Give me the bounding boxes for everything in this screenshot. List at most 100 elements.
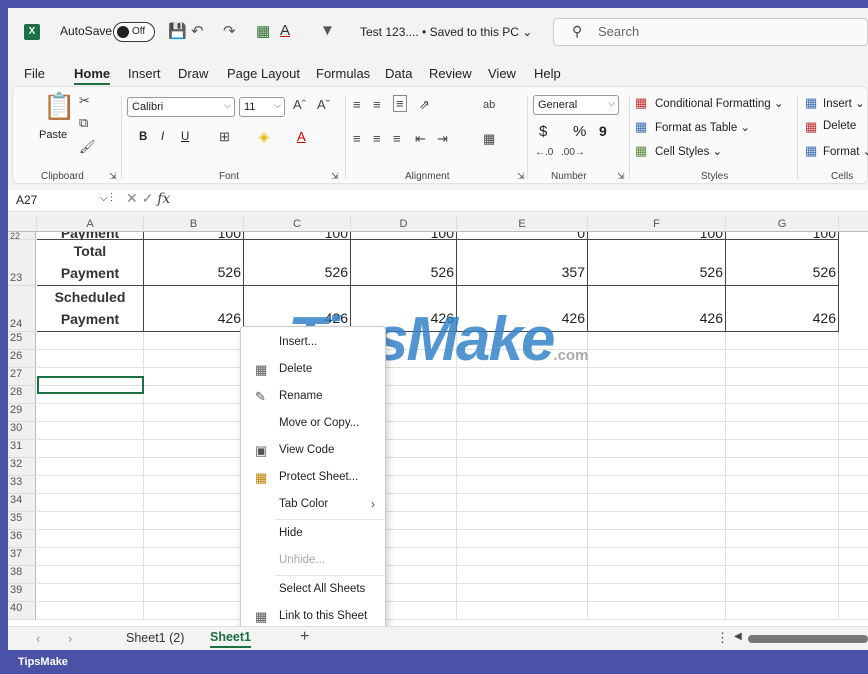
empty-cell[interactable] xyxy=(839,584,868,602)
add-sheet-button[interactable]: + xyxy=(300,628,309,646)
row22-g[interactable]: 100 xyxy=(726,232,839,240)
empty-cell[interactable] xyxy=(726,332,839,350)
decrease-indent-icon[interactable]: ⇤ xyxy=(415,131,426,147)
number-launcher-icon[interactable]: ⇲ xyxy=(617,171,625,182)
tab-page-layout[interactable]: Page Layout xyxy=(227,66,300,81)
row23-g[interactable]: 526 xyxy=(726,240,839,286)
empty-cell[interactable] xyxy=(726,404,839,422)
empty-cell[interactable] xyxy=(588,476,726,494)
name-box[interactable]: A27 xyxy=(16,193,37,207)
empty-cell[interactable] xyxy=(588,368,726,386)
column-header-a[interactable]: A xyxy=(37,216,144,232)
format-cells-button[interactable]: Format ⌄ xyxy=(823,144,868,158)
alignment-launcher-icon[interactable]: ⇲ xyxy=(517,171,525,182)
customize-qat-icon[interactable]: ▼ xyxy=(320,22,335,39)
format-cells-icon[interactable]: ▦ xyxy=(256,22,270,40)
empty-cell[interactable] xyxy=(144,458,244,476)
empty-cell[interactable] xyxy=(457,386,588,404)
shrink-font-icon[interactable]: Aˇ xyxy=(317,97,330,112)
align-top-icon[interactable]: ≡ xyxy=(353,97,361,112)
tab-review[interactable]: Review xyxy=(429,66,472,81)
column-header-g[interactable]: G xyxy=(726,216,839,232)
orientation-icon[interactable]: ⇗ xyxy=(419,97,430,113)
conditional-formatting-button[interactable]: Conditional Formatting ⌄ xyxy=(655,96,784,110)
tab-help[interactable]: Help xyxy=(534,66,561,81)
column-header-f[interactable]: F xyxy=(588,216,726,232)
row23-e[interactable]: 357 xyxy=(457,240,588,286)
empty-cell[interactable] xyxy=(144,476,244,494)
cell-styles-button[interactable]: Cell Styles ⌄ xyxy=(655,144,722,158)
empty-cell[interactable] xyxy=(588,530,726,548)
row23-f[interactable]: 526 xyxy=(588,240,726,286)
row24-b[interactable]: 426 xyxy=(144,286,244,332)
autosave-toggle[interactable]: Off xyxy=(113,22,155,42)
empty-cell[interactable] xyxy=(144,566,244,584)
empty-cell[interactable] xyxy=(839,566,868,584)
empty-cell[interactable] xyxy=(726,602,839,620)
row24-f[interactable]: 426 xyxy=(588,286,726,332)
empty-cell[interactable] xyxy=(588,584,726,602)
tab-sheet1-2[interactable]: Sheet1 (2) xyxy=(126,631,184,645)
paste-icon[interactable]: 📋 xyxy=(43,91,75,122)
decrease-decimal-icon[interactable]: .00→ xyxy=(561,147,585,158)
empty-cell[interactable] xyxy=(37,458,144,476)
empty-cell[interactable] xyxy=(37,332,144,350)
empty-cell[interactable] xyxy=(839,332,868,350)
empty-cell[interactable] xyxy=(37,566,144,584)
align-middle-icon[interactable]: ≡ xyxy=(373,97,381,112)
align-left-icon[interactable]: ≡ xyxy=(353,131,361,146)
empty-cell[interactable] xyxy=(144,404,244,422)
row-header-35[interactable]: 35 xyxy=(8,512,36,530)
row23-label[interactable]: Total Payment xyxy=(37,240,144,286)
empty-cell[interactable] xyxy=(144,368,244,386)
empty-cell[interactable] xyxy=(37,512,144,530)
empty-cell[interactable] xyxy=(839,404,868,422)
menu-item-move-copy[interactable]: Move or Copy... xyxy=(241,412,385,436)
empty-cell[interactable] xyxy=(839,440,868,458)
empty-cell[interactable] xyxy=(726,494,839,512)
empty-cell[interactable] xyxy=(839,422,868,440)
empty-cell[interactable] xyxy=(144,548,244,566)
empty-cell[interactable] xyxy=(726,566,839,584)
row-header-22[interactable]: 22 xyxy=(8,232,36,241)
row-header-40[interactable]: 40 xyxy=(8,602,36,620)
empty-cell[interactable] xyxy=(144,530,244,548)
search-box[interactable]: ⚲ Search xyxy=(553,18,868,46)
empty-cell[interactable] xyxy=(726,350,839,368)
tab-formulas[interactable]: Formulas xyxy=(316,66,370,81)
scroll-left-icon[interactable]: ◀ xyxy=(734,631,742,642)
delete-cells-button[interactable]: Delete xyxy=(823,120,856,132)
row-header-23[interactable]: 23 xyxy=(8,240,36,286)
empty-cell[interactable] xyxy=(726,386,839,404)
number-format-combo[interactable]: General ⌵ xyxy=(533,95,619,115)
tab-insert[interactable]: Insert xyxy=(128,66,161,81)
horizontal-scrollbar[interactable] xyxy=(748,635,868,643)
row24-g[interactable]: 426 xyxy=(726,286,839,332)
empty-cell[interactable] xyxy=(37,548,144,566)
prev-sheet-icon[interactable]: ‹ xyxy=(36,631,40,646)
empty-cell[interactable] xyxy=(37,404,144,422)
selected-cell-a27[interactable] xyxy=(37,376,144,394)
empty-cell[interactable] xyxy=(457,602,588,620)
document-title[interactable]: Test 123.... • Saved to this PC ⌄ xyxy=(360,25,532,39)
empty-cell[interactable] xyxy=(588,458,726,476)
empty-cell[interactable] xyxy=(37,440,144,458)
empty-cell[interactable] xyxy=(726,440,839,458)
fill-color-icon[interactable]: ◈ xyxy=(259,129,269,145)
empty-cell[interactable] xyxy=(37,494,144,512)
empty-cell[interactable] xyxy=(457,512,588,530)
clipboard-launcher-icon[interactable]: ⇲ xyxy=(109,171,117,182)
row23-c[interactable]: 526 xyxy=(244,240,351,286)
next-sheet-icon[interactable]: › xyxy=(68,631,72,646)
save-icon[interactable]: 💾 xyxy=(168,22,187,40)
font-color-icon[interactable]: A xyxy=(297,129,306,144)
empty-cell[interactable] xyxy=(144,584,244,602)
empty-cell[interactable] xyxy=(839,602,868,620)
tab-view[interactable]: View xyxy=(488,66,516,81)
empty-cell[interactable] xyxy=(839,512,868,530)
empty-cell[interactable] xyxy=(726,458,839,476)
empty-cell[interactable] xyxy=(726,422,839,440)
row-header-39[interactable]: 39 xyxy=(8,584,36,602)
row-header-36[interactable]: 36 xyxy=(8,530,36,548)
row-header-28[interactable]: 28 xyxy=(8,386,36,404)
